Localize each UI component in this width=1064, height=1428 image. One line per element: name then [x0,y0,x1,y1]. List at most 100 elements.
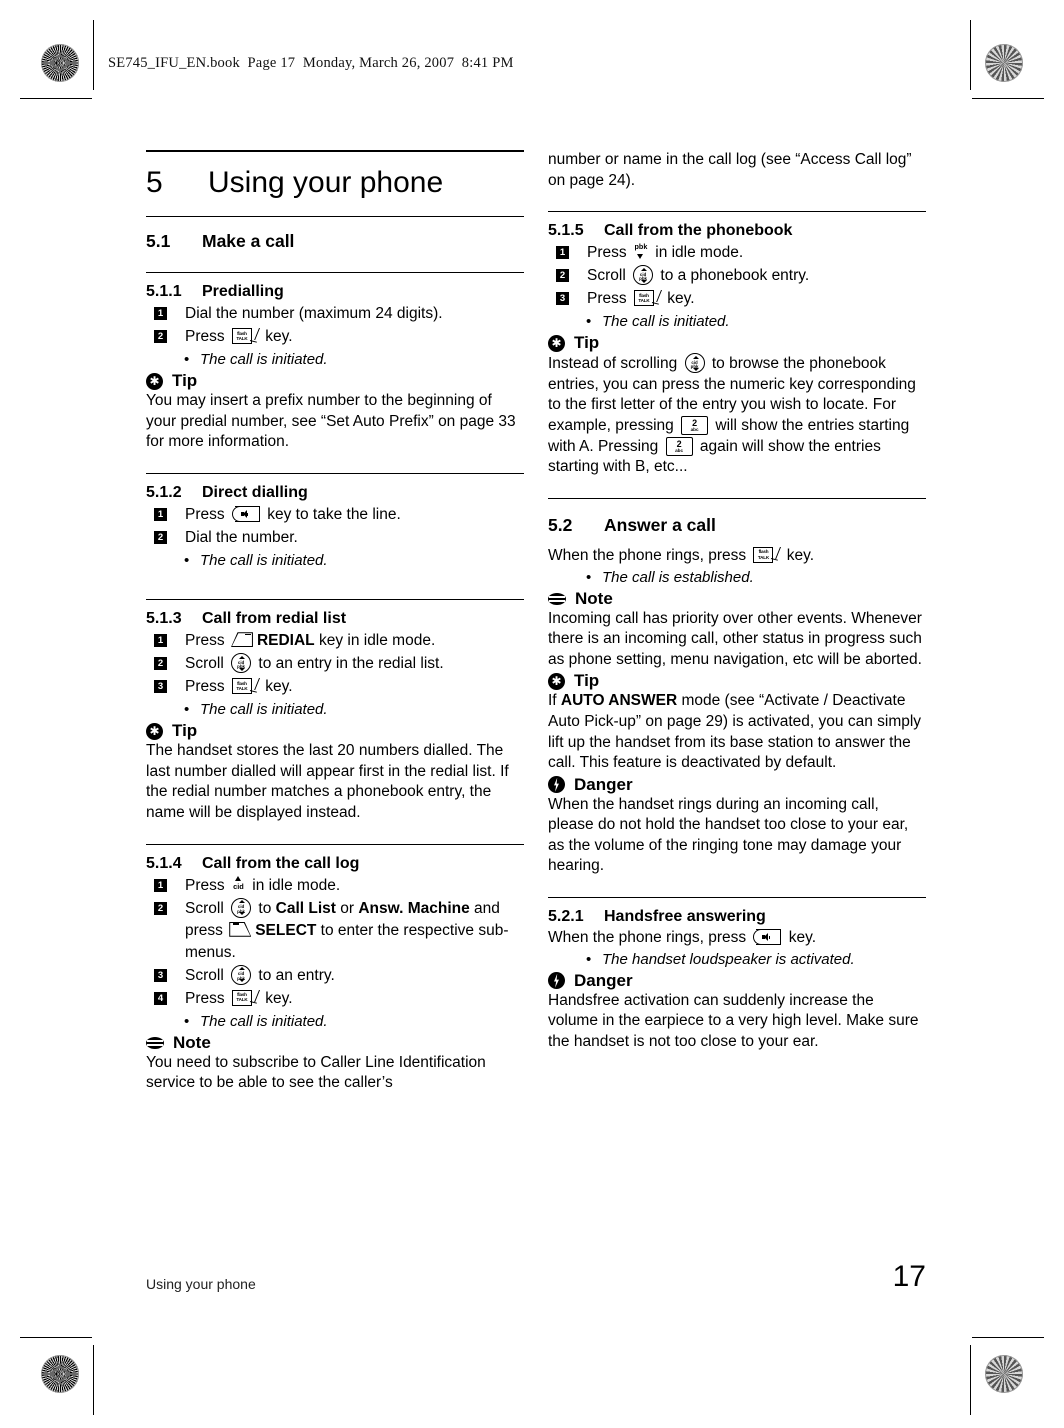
callout-danger-5-2: Danger [548,775,926,795]
step-item: 2 Scroll cid pbk to an entry in the redia… [146,653,524,675]
column-right: number or name in the call log (see “Acc… [548,150,926,1053]
step-text: Scroll cid pbk to an entry. [185,964,524,987]
bullets-5-1-1: The call is initiated. [146,349,524,370]
scroll-key-icon: cid pbk [231,964,252,985]
step-text-post: to an entry in the redial list. [254,655,444,673]
step-number: 3 [154,680,167,694]
scroll-key-icon: cid pbk [633,265,654,286]
step-text-mid1: to [254,899,276,917]
step-number: 2 [154,901,167,915]
scroll-key-down-label: pbk [237,664,245,670]
bullets-5-2-1: The handset loudspeaker is activated. [548,949,926,970]
section-title-5-2: Answer a call [604,514,716,535]
subsection-number-5-1-2: 5.1.2 [146,484,182,502]
scroll-key-icon: cid pbk [684,353,705,374]
steps-5-1-5: 1 Press pbk in idle mode. 2 Scroll cid pb… [548,242,926,310]
step-text-post: key. [260,328,293,346]
step-text-pre: Press [185,989,229,1007]
subsection-title-5-1-4: Call from the call log [202,854,360,872]
lead-text-post: key. [782,546,815,564]
step-text: Dial the number. [185,529,298,547]
section-title-5-1: Make a call [202,231,295,252]
step-text: Press flash TALK key. [587,288,926,310]
subsection-heading-5-1-2: 5.1.2 Direct dialling [146,484,524,502]
steps-5-1-4: 1 Press cid in idle mode. 2 Scroll cid pb… [146,875,524,1010]
cid-key-icon: cid [231,876,246,893]
select-key-label: SELECT [255,921,317,939]
step-item: 2 Scroll cid pbk to Call List or Answ. Ma… [146,897,524,964]
bullets-5-2: The call is established. [548,567,926,588]
subsection-title-5-1-1: Predialling [202,283,284,301]
step-text-pre: Scroll [185,966,229,984]
scroll-key-down-label: pbk [639,276,647,282]
flash-talk-key-icon: flash TALK [633,290,660,307]
step-item: 2 Dial the number. [146,527,524,549]
step-text-pre: Press [185,506,229,524]
chapter-number: 5 [146,165,163,199]
scroll-key-icon: cid pbk [231,653,252,674]
danger-icon [548,776,565,794]
numeric-key-2-icon: 2 abc [665,436,693,456]
callout-label: Danger [574,774,633,794]
section-heading-5-1: 5.1 Make a call [146,231,524,252]
step-text-post: to a phonebook entry. [656,267,810,285]
bullet-item: The call is initiated. [146,1011,524,1032]
footer-chapter-label: Using your phone [146,1276,256,1292]
tip-body-5-1-1: You may insert a prefix number to the be… [146,392,516,451]
subsection-heading-5-1-4: 5.1.4 Call from the call log [146,855,524,873]
menu-item-answ-machine: Answ. Machine [358,899,470,917]
flash-talk-key-icon: flash TALK [753,546,779,564]
step-text: Press flash TALK key. [185,676,524,698]
callout-label: Tip [574,333,600,353]
chapter-rule-bottom [146,215,524,218]
scroll-key-icon: cid pbk [231,897,252,918]
step-number: 2 [154,531,167,545]
step-text: Press pbk in idle mode. [587,242,926,264]
speaker-key-icon [753,929,782,946]
subsection-heading-5-1-3: 5.1.3 Call from redial list [146,610,524,628]
step-number: 4 [154,991,167,1005]
step-text: Press flash TALK key. [185,326,524,348]
bullets-5-1-2: The call is initiated. [146,550,524,571]
note-body-5-2: Incoming call has priority over other ev… [548,609,922,668]
pbk-key-icon: pbk [633,243,649,260]
callout-tip-5-1-1: Tip [146,371,524,391]
step-text-pre: Press [185,328,229,346]
left-soft-key-icon [230,631,255,649]
scroll-key-down-label: pbk [237,975,245,981]
step-text-mid2: or [335,899,359,917]
step-text: Scroll cid pbk to an entry in the redial … [185,653,524,675]
subsection-number-5-1-5: 5.1.5 [548,222,584,240]
step-number: 2 [556,269,569,283]
step-text-post: key. [260,989,293,1007]
subsection-title-5-1-5: Call from the phonebook [604,222,793,240]
subsection-title-5-1-2: Direct dialling [202,484,308,502]
step-number: 2 [154,657,167,671]
step-number: 3 [154,968,167,982]
bullet-item: The call is initiated. [548,311,926,332]
flash-talk-key-icon: flash TALK [231,328,258,345]
lead-text-pre: When the phone rings, press [548,546,751,564]
step-text-pre: Scroll [185,899,229,917]
callout-label: Tip [574,671,600,691]
step-number: 1 [556,246,569,260]
callout-label: Note [575,588,613,608]
tip-body-5-1-3: The handset stores the last 20 numbers d… [146,742,509,822]
step-number: 1 [154,508,167,522]
lead-text-pre: When the phone rings, press [548,929,751,947]
step-text-pre: Press [185,876,229,894]
step-item: 3 Scroll cid pbk to an entry. [146,964,524,987]
step-text-post: key in idle mode. [314,632,436,650]
step-text: Scroll cid pbk to a phonebook entry. [587,265,926,287]
step-text-pre: Press [185,678,229,696]
bullet-item: The handset loudspeaker is activated. [548,949,926,970]
step-item: 1 Press pbk in idle mode. [548,242,926,264]
page-footer: Using your phone 17 [146,1262,926,1293]
callout-tip-5-1-3: Tip [146,721,524,741]
tip-body-5-2: If AUTO ANSWER mode (see “Activate / Dea… [548,691,926,773]
subsection-number-5-1-4: 5.1.4 [146,854,182,872]
step-text-pre: Press [185,632,229,650]
callout-label: Danger [574,970,633,990]
step-item: 3 Press flash TALK key. [146,676,524,698]
step-text-post: key to take the line. [262,506,401,524]
